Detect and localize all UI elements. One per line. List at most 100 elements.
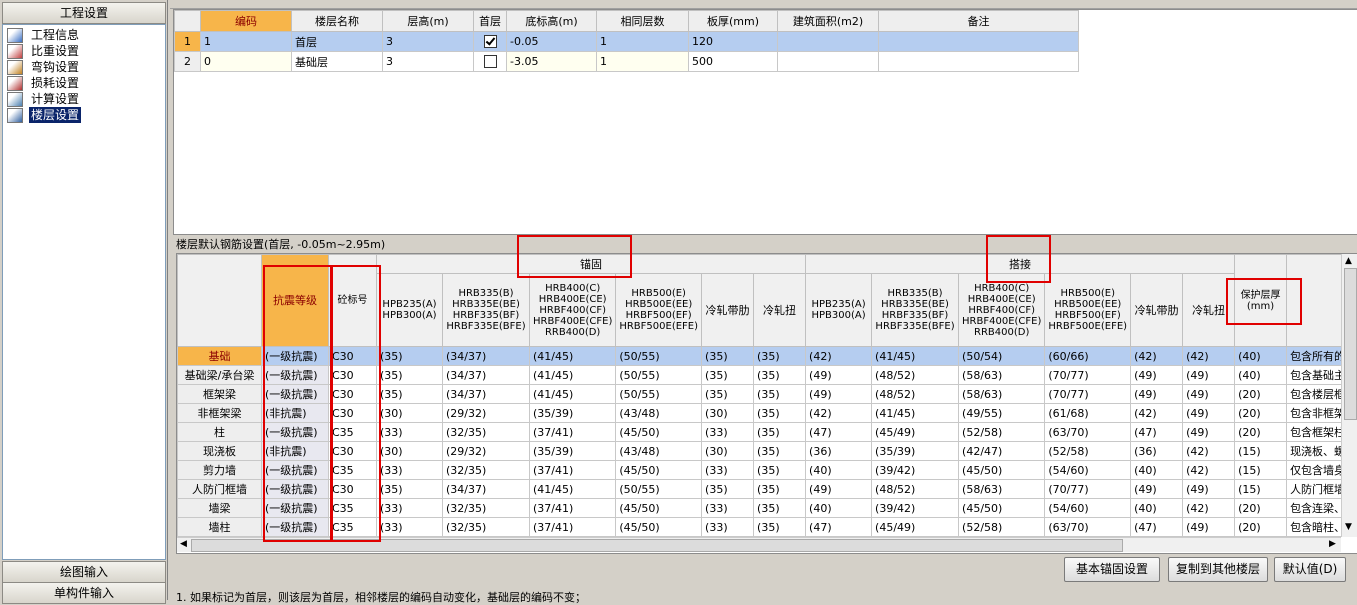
anchor-value-cell[interactable]: (32/35) — [442, 498, 530, 518]
anchor-value-cell[interactable]: (45/50) — [615, 422, 703, 442]
splice-value-cell[interactable]: (50/54) — [958, 346, 1046, 366]
anchor-value-cell[interactable]: (50/55) — [615, 365, 703, 385]
vertical-scroll-thumb[interactable] — [1344, 268, 1357, 420]
splice-value-cell[interactable]: (41/45) — [871, 346, 960, 366]
anchor-steel-header[interactable]: HRB400(C) HRB400E(CE) HRBF400(CF) HRBF40… — [528, 273, 617, 347]
splice-value-cell[interactable]: (42/47) — [958, 441, 1046, 461]
splice-value-cell[interactable]: (39/42) — [871, 498, 960, 518]
anchor-value-cell[interactable]: (29/32) — [442, 403, 530, 423]
first-floor-cell[interactable] — [473, 51, 507, 72]
anchor-steel-header[interactable]: HRB335(B) HRB335E(BE) HRBF335(BF) HRBF33… — [442, 273, 530, 347]
first-floor-checkbox[interactable] — [483, 55, 497, 69]
anchor-value-cell[interactable]: (35/39) — [528, 441, 617, 461]
floor-col-header[interactable]: 板厚(mm) — [688, 10, 778, 32]
project-settings-header[interactable]: 工程设置 — [2, 2, 166, 24]
anchor-value-cell[interactable]: (50/55) — [615, 346, 703, 366]
splice-value-cell[interactable]: (42) — [1182, 346, 1236, 366]
floor-row[interactable]: 2 0 基础层 3 -3.05 1 500 — [174, 51, 1079, 72]
anchor-value-cell[interactable]: (35) — [376, 346, 443, 366]
anchor-value-cell[interactable]: (43/48) — [615, 441, 703, 461]
splice-value-cell[interactable]: (49) — [1182, 479, 1236, 499]
splice-value-cell[interactable]: (47) — [1130, 517, 1184, 537]
anchor-value-cell[interactable]: (35) — [376, 384, 443, 404]
splice-value-cell[interactable]: (63/70) — [1044, 517, 1132, 537]
anchor-value-cell[interactable]: (30) — [376, 441, 443, 461]
anchor-value-cell[interactable]: (32/35) — [442, 422, 530, 442]
splice-steel-header[interactable]: HRB335(B) HRB335E(BE) HRBF335(BF) HRBF33… — [871, 273, 960, 347]
cover-value-cell[interactable]: (40) — [1234, 365, 1288, 385]
anchor-value-cell[interactable]: (35) — [701, 479, 755, 499]
cover-value-cell[interactable]: (15) — [1234, 441, 1288, 461]
vertical-scrollbar[interactable]: ▲ ▼ — [1341, 254, 1357, 537]
floor-height-cell[interactable]: 3 — [382, 31, 474, 52]
splice-value-cell[interactable]: (52/58) — [958, 517, 1046, 537]
anchor-value-cell[interactable]: (29/32) — [442, 441, 530, 461]
cover-value-cell[interactable]: (20) — [1234, 384, 1288, 404]
splice-value-cell[interactable]: (49) — [805, 479, 873, 499]
component-name-cell[interactable]: 框架梁 — [177, 384, 262, 404]
anchor-value-cell[interactable]: (50/55) — [615, 479, 703, 499]
slab-thickness-cell[interactable]: 120 — [688, 31, 778, 52]
splice-value-cell[interactable]: (54/60) — [1044, 460, 1132, 480]
scroll-up-icon[interactable]: ▲ — [1345, 256, 1352, 266]
splice-value-cell[interactable]: (45/49) — [871, 517, 960, 537]
anchor-value-cell[interactable]: (41/45) — [528, 365, 617, 385]
splice-value-cell[interactable]: (47) — [1130, 422, 1184, 442]
splice-steel-header[interactable]: HPB235(A) HPB300(A) — [805, 273, 873, 347]
floor-col-header[interactable]: 相同层数 — [596, 10, 689, 32]
component-name-cell[interactable]: 现浇板 — [177, 441, 262, 461]
anchor-value-cell[interactable]: (35) — [753, 422, 807, 442]
floor-area-cell[interactable] — [777, 51, 879, 72]
cover-value-cell[interactable]: (20) — [1234, 498, 1288, 518]
anchor-steel-header[interactable]: 冷轧带肋 — [701, 273, 755, 347]
splice-value-cell[interactable]: (36) — [805, 441, 873, 461]
same-floors-cell[interactable]: 1 — [596, 51, 689, 72]
splice-value-cell[interactable]: (42) — [1130, 403, 1184, 423]
splice-value-cell[interactable]: (49) — [805, 384, 873, 404]
splice-value-cell[interactable]: (49) — [1182, 384, 1236, 404]
splice-value-cell[interactable]: (49) — [1182, 422, 1236, 442]
first-floor-cell[interactable] — [473, 31, 507, 52]
anchor-value-cell[interactable]: (30) — [376, 403, 443, 423]
floor-code-cell[interactable]: 1 — [200, 31, 292, 52]
anchor-value-cell[interactable]: (41/45) — [528, 346, 617, 366]
anchor-value-cell[interactable]: (37/41) — [528, 422, 617, 442]
floor-name-cell[interactable]: 首层 — [291, 31, 383, 52]
anchor-value-cell[interactable]: (35) — [753, 498, 807, 518]
tree-item[interactable]: 比重设置 — [7, 43, 81, 59]
anchor-value-cell[interactable]: (41/45) — [528, 384, 617, 404]
splice-value-cell[interactable]: (48/52) — [871, 384, 960, 404]
cover-value-cell[interactable]: (20) — [1234, 422, 1288, 442]
anchor-value-cell[interactable]: (35) — [753, 479, 807, 499]
splice-value-cell[interactable]: (40) — [1130, 460, 1184, 480]
splice-value-cell[interactable]: (63/70) — [1044, 422, 1132, 442]
anchor-value-cell[interactable]: (41/45) — [528, 479, 617, 499]
bottom-elevation-cell[interactable]: -3.05 — [506, 51, 597, 72]
anchor-value-cell[interactable]: (45/50) — [615, 498, 703, 518]
splice-value-cell[interactable]: (48/52) — [871, 365, 960, 385]
splice-value-cell[interactable]: (42) — [1130, 346, 1184, 366]
splice-value-cell[interactable]: (52/58) — [1044, 441, 1132, 461]
splice-value-cell[interactable]: (41/45) — [871, 403, 960, 423]
splice-value-cell[interactable]: (70/77) — [1044, 365, 1132, 385]
splice-value-cell[interactable]: (35/39) — [871, 441, 960, 461]
cover-value-cell[interactable]: (15) — [1234, 460, 1288, 480]
anchor-value-cell[interactable]: (34/37) — [442, 384, 530, 404]
anchor-value-cell[interactable]: (35) — [753, 517, 807, 537]
component-name-cell[interactable]: 墙梁 — [177, 498, 262, 518]
splice-steel-header[interactable]: HRB500(E) HRB500E(EE) HRBF500(EF) HRBF50… — [1044, 273, 1132, 347]
anchor-value-cell[interactable]: (45/50) — [615, 517, 703, 537]
splice-value-cell[interactable]: (42) — [805, 346, 873, 366]
component-name-cell[interactable]: 基础梁/承台梁 — [177, 365, 262, 385]
single-component-input-button[interactable]: 单构件输入 — [2, 582, 166, 604]
splice-value-cell[interactable]: (49) — [1130, 384, 1184, 404]
scroll-left-icon[interactable]: ◀ — [180, 539, 187, 549]
anchor-value-cell[interactable]: (33) — [701, 422, 755, 442]
splice-value-cell[interactable]: (42) — [1182, 441, 1236, 461]
anchor-value-cell[interactable]: (35) — [701, 346, 755, 366]
bottom-elevation-cell[interactable]: -0.05 — [506, 31, 597, 52]
copy-to-other-floors-button[interactable]: 复制到其他楼层 — [1168, 557, 1268, 582]
splice-value-cell[interactable]: (58/63) — [958, 479, 1046, 499]
anchor-value-cell[interactable]: (35) — [753, 460, 807, 480]
splice-value-cell[interactable]: (52/58) — [958, 422, 1046, 442]
